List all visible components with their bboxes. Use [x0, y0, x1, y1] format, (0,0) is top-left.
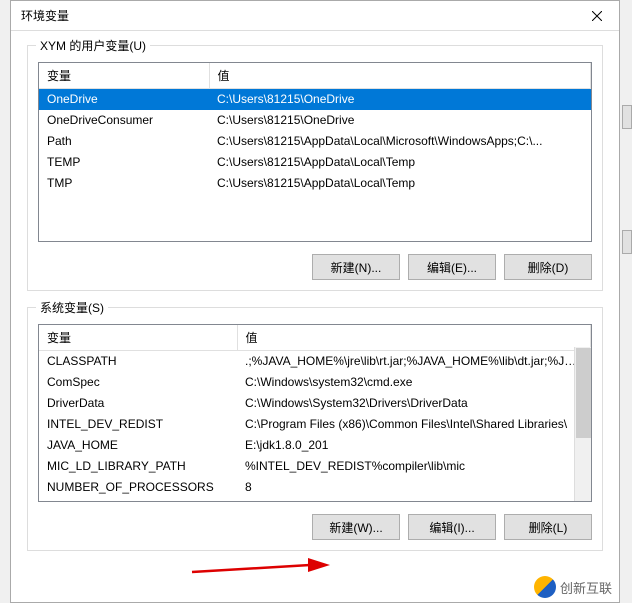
cell-name: CLASSPATH	[39, 351, 237, 372]
dialog-content: XYM 的用户变量(U) 变量 值 OneDriveC:\Users\81215…	[11, 31, 619, 581]
user-vars-fieldset: XYM 的用户变量(U) 变量 值 OneDriveC:\Users\81215…	[27, 45, 603, 291]
cell-name: INTEL_DEV_REDIST	[39, 414, 237, 435]
cell-name: OneDriveConsumer	[39, 110, 209, 131]
user-vars-buttons: 新建(N)... 编辑(E)... 删除(D)	[38, 254, 592, 280]
user-delete-button[interactable]: 删除(D)	[504, 254, 592, 280]
cell-name: TMP	[39, 173, 209, 194]
table-row[interactable]: OneDriveC:\Users\81215\OneDrive	[39, 89, 591, 110]
cell-value: .;%JAVA_HOME%\jre\lib\rt.jar;%JAVA_HOME%…	[237, 351, 591, 372]
table-row[interactable]: NUMBER_OF_PROCESSORS8	[39, 477, 591, 498]
col-name[interactable]: 变量	[39, 325, 237, 351]
table-row[interactable]: DriverDataC:\Windows\System32\Drivers\Dr…	[39, 393, 591, 414]
table-row[interactable]: JAVA_HOMEE:\jdk1.8.0_201	[39, 435, 591, 456]
cell-value: E:\jdk1.8.0_201	[237, 435, 591, 456]
watermark-logo-icon	[534, 576, 556, 598]
cell-name: TEMP	[39, 152, 209, 173]
cell-value: C:\Users\81215\AppData\Local\Temp	[209, 152, 591, 173]
table-row[interactable]: PathC:\Users\81215\AppData\Local\Microso…	[39, 131, 591, 152]
user-edit-button[interactable]: 编辑(E)...	[408, 254, 496, 280]
user-vars-legend: XYM 的用户变量(U)	[36, 37, 150, 54]
table-row[interactable]: INTEL_DEV_REDISTC:\Program Files (x86)\C…	[39, 414, 591, 435]
watermark-text: 创新互联	[560, 578, 612, 597]
system-delete-button[interactable]: 删除(L)	[504, 514, 592, 540]
col-value[interactable]: 值	[237, 325, 591, 351]
cell-value: C:\Windows\System32\Drivers\DriverData	[237, 393, 591, 414]
cell-name: Path	[39, 131, 209, 152]
cell-name: OneDrive	[39, 89, 209, 110]
cell-value: 8	[237, 477, 591, 498]
cell-name: JAVA_HOME	[39, 435, 237, 456]
watermark: 创新互联	[534, 576, 612, 598]
close-icon	[592, 11, 602, 21]
env-vars-dialog: 环境变量 XYM 的用户变量(U) 变量 值 OneDriveC:\Users\…	[10, 0, 620, 603]
system-vars-legend: 系统变量(S)	[36, 299, 108, 316]
col-value[interactable]: 值	[209, 63, 591, 89]
table-row[interactable]: TMPC:\Users\81215\AppData\Local\Temp	[39, 173, 591, 194]
cell-name: DriverData	[39, 393, 237, 414]
dialog-title: 环境变量	[21, 7, 69, 24]
cell-value: C:\Windows\system32\cmd.exe	[237, 372, 591, 393]
cell-value: C:\Users\81215\AppData\Local\Microsoft\W…	[209, 131, 591, 152]
cell-value: C:\Users\81215\AppData\Local\Temp	[209, 173, 591, 194]
cell-value: C:\Program Files (x86)\Common Files\Inte…	[237, 414, 591, 435]
col-name[interactable]: 变量	[39, 63, 209, 89]
cell-value: C:\Users\81215\OneDrive	[209, 89, 591, 110]
cell-value: C:\Users\81215\OneDrive	[209, 110, 591, 131]
table-row[interactable]: OneDriveConsumerC:\Users\81215\OneDrive	[39, 110, 591, 131]
table-row[interactable]: MIC_LD_LIBRARY_PATH%INTEL_DEV_REDIST%com…	[39, 456, 591, 477]
scrollbar[interactable]	[574, 347, 591, 501]
table-row[interactable]: CLASSPATH.;%JAVA_HOME%\jre\lib\rt.jar;%J…	[39, 351, 591, 372]
cell-name: MIC_LD_LIBRARY_PATH	[39, 456, 237, 477]
close-button[interactable]	[574, 1, 619, 31]
system-vars-table[interactable]: 变量 值 CLASSPATH.;%JAVA_HOME%\jre\lib\rt.j…	[38, 324, 592, 502]
system-vars-buttons: 新建(W)... 编辑(I)... 删除(L)	[38, 514, 592, 540]
table-row[interactable]: TEMPC:\Users\81215\AppData\Local\Temp	[39, 152, 591, 173]
cell-value: %INTEL_DEV_REDIST%compiler\lib\mic	[237, 456, 591, 477]
system-vars-fieldset: 系统变量(S) 变量 值 CLASSPATH.;%JAVA_HOME%\jre\…	[27, 307, 603, 551]
user-vars-table[interactable]: 变量 值 OneDriveC:\Users\81215\OneDriveOneD…	[38, 62, 592, 242]
edge-button[interactable]	[622, 105, 632, 129]
scroll-thumb[interactable]	[576, 348, 591, 438]
system-edit-button[interactable]: 编辑(I)...	[408, 514, 496, 540]
cell-name: NUMBER_OF_PROCESSORS	[39, 477, 237, 498]
table-row[interactable]: ComSpecC:\Windows\system32\cmd.exe	[39, 372, 591, 393]
cell-name: ComSpec	[39, 372, 237, 393]
edge-button[interactable]	[622, 230, 632, 254]
titlebar: 环境变量	[11, 1, 619, 31]
user-new-button[interactable]: 新建(N)...	[312, 254, 400, 280]
system-new-button[interactable]: 新建(W)...	[312, 514, 400, 540]
